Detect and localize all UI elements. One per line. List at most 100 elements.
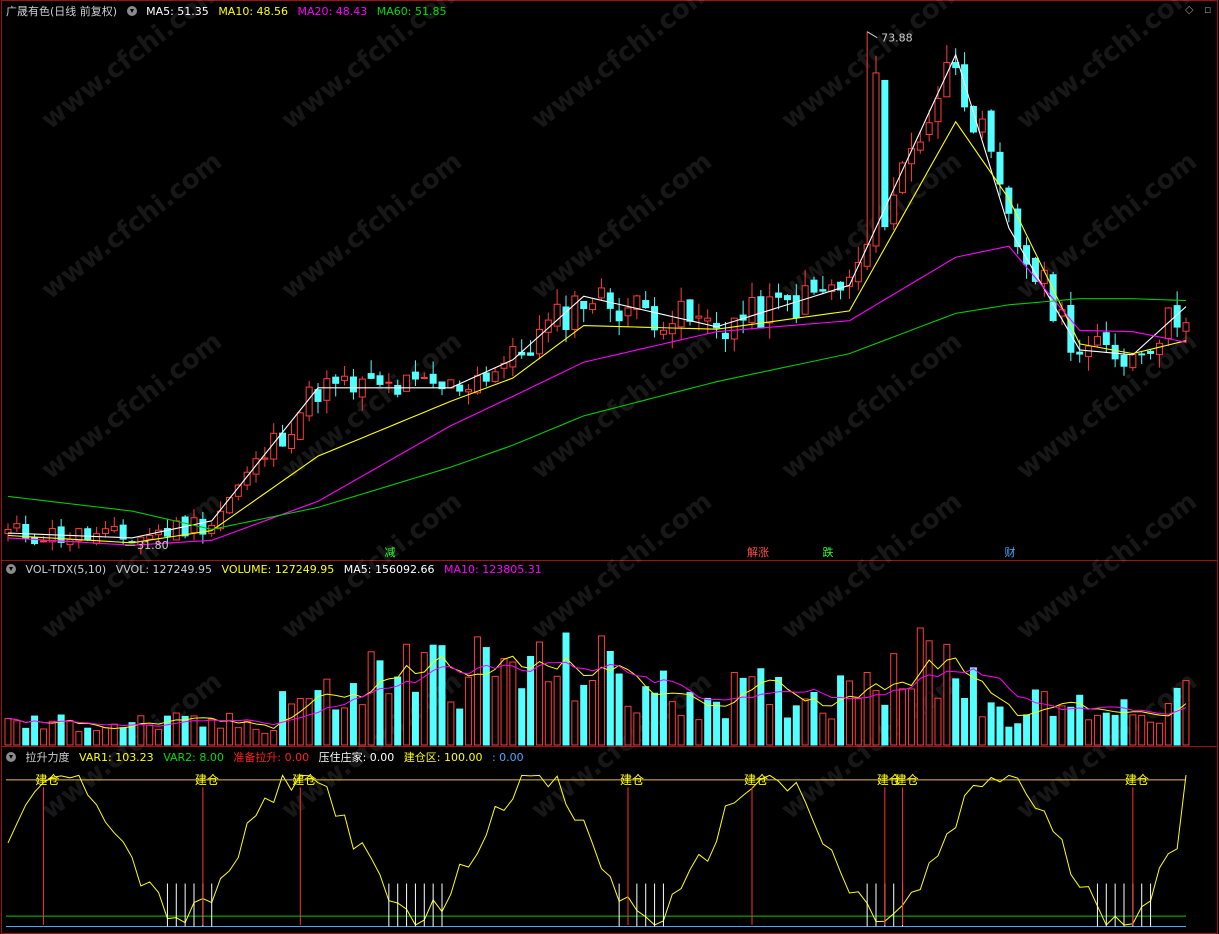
watermark-text: www.cfchi.com bbox=[526, 486, 718, 645]
candle bbox=[899, 162, 907, 193]
volume-bar bbox=[93, 730, 101, 746]
volume-bar bbox=[1182, 680, 1190, 746]
volume-bar bbox=[296, 698, 304, 746]
volume-bar bbox=[482, 647, 490, 746]
volume-bar bbox=[739, 677, 747, 746]
volume-bar bbox=[1031, 689, 1039, 746]
high-label: 73.88 bbox=[881, 32, 913, 45]
volume-bar bbox=[987, 702, 995, 746]
volume-bar bbox=[208, 718, 216, 746]
build-signal-label: 建仓 bbox=[744, 773, 768, 787]
volume-bar bbox=[146, 724, 154, 746]
volume-bar bbox=[57, 714, 65, 746]
volume-bar bbox=[925, 640, 933, 746]
candle bbox=[721, 332, 729, 340]
volume-bar bbox=[659, 670, 667, 746]
volume-bar bbox=[403, 643, 411, 746]
extra-value: : 0.00 bbox=[491, 751, 524, 764]
volume-bar bbox=[199, 726, 207, 746]
ma20-value: MA20: 48.43 bbox=[297, 5, 368, 18]
stock-title[interactable]: 广晟有色(日线 前复权) bbox=[6, 5, 117, 18]
candle bbox=[349, 376, 357, 393]
volume-bar bbox=[748, 676, 756, 746]
volume-bar bbox=[863, 672, 871, 746]
volume-bar bbox=[279, 691, 287, 746]
volume-bar bbox=[845, 680, 853, 746]
volume-bar bbox=[766, 704, 774, 746]
volume-bar bbox=[172, 712, 180, 746]
candle bbox=[535, 328, 543, 355]
stock-chart-window: 广晟有色(日线 前复权) MA5: 51.35 MA10: 48.56 MA20… bbox=[0, 0, 1219, 934]
candle bbox=[341, 375, 349, 381]
candle bbox=[1129, 353, 1137, 369]
candle bbox=[403, 374, 411, 392]
indicator-dropdown-icon[interactable] bbox=[6, 752, 16, 762]
volume-header: VOL-TDX(5,10) VVOL: 127249.95 VOLUME: 12… bbox=[6, 563, 548, 576]
volume-bar bbox=[1049, 715, 1057, 746]
volume-bar bbox=[518, 688, 526, 746]
candle bbox=[1049, 274, 1057, 322]
volume-bar bbox=[642, 686, 650, 746]
volume-bar bbox=[571, 700, 579, 746]
vol-title[interactable]: VOL-TDX(5,10) bbox=[26, 563, 107, 576]
volume-bar bbox=[270, 730, 278, 746]
volume-bar bbox=[544, 681, 552, 746]
ma20-line bbox=[7, 245, 1187, 546]
volume-bar bbox=[217, 727, 225, 746]
volume-bar bbox=[22, 727, 30, 746]
volume-bar bbox=[163, 715, 171, 746]
volume-bar bbox=[234, 727, 242, 746]
volume-bar bbox=[305, 698, 313, 746]
volume-bar bbox=[1111, 714, 1119, 746]
volume-bar bbox=[500, 657, 508, 746]
volume-bar bbox=[509, 661, 517, 746]
volume-bar bbox=[1085, 719, 1093, 746]
volume-bar bbox=[801, 698, 809, 746]
ma5-value: MA5: 51.35 bbox=[146, 5, 209, 18]
candle bbox=[704, 317, 712, 322]
dropdown-icon[interactable] bbox=[126, 6, 137, 16]
volume-bar bbox=[75, 731, 83, 746]
candle bbox=[287, 434, 295, 449]
indicator-title[interactable]: 拉升力度 bbox=[26, 751, 70, 764]
candle bbox=[890, 194, 898, 225]
volume-bar bbox=[1147, 721, 1155, 746]
volume-bar bbox=[633, 712, 641, 746]
volume-bar bbox=[119, 727, 127, 746]
volume-bar bbox=[137, 715, 145, 746]
volume-bar bbox=[952, 678, 960, 746]
volume-bar bbox=[978, 716, 986, 746]
volume-bar bbox=[1129, 714, 1137, 746]
candle bbox=[916, 141, 924, 151]
vol-ma10-value: MA10: 123805.31 bbox=[443, 563, 542, 576]
watermark-text: www.cfchi.com bbox=[1011, 486, 1203, 645]
ma5-line bbox=[7, 53, 1187, 539]
volume-bar bbox=[287, 703, 295, 746]
build-signal-label: 建仓 bbox=[1125, 773, 1149, 787]
volume-bar bbox=[456, 708, 464, 746]
volume-bar bbox=[580, 684, 588, 746]
volume-bar bbox=[66, 719, 74, 746]
candle bbox=[589, 303, 597, 311]
ready-value: 准备拉升: 0.00 bbox=[233, 751, 310, 764]
volume-bar bbox=[1138, 714, 1146, 746]
volume-bar bbox=[615, 673, 623, 746]
volume-bar bbox=[367, 651, 375, 746]
volume-dropdown-icon[interactable] bbox=[6, 564, 16, 574]
var1-value: VAR1: 103.23 bbox=[79, 751, 154, 764]
volume-bar bbox=[252, 728, 260, 746]
candle bbox=[385, 381, 393, 384]
candle bbox=[110, 525, 118, 532]
volume-bar bbox=[916, 627, 924, 746]
volume-bar bbox=[1102, 712, 1110, 746]
candle bbox=[394, 384, 402, 395]
candle bbox=[624, 307, 632, 317]
candle bbox=[978, 118, 986, 133]
volume-bar bbox=[48, 720, 56, 746]
volume-bar bbox=[155, 728, 163, 746]
volume-bar bbox=[1093, 714, 1101, 746]
watermark-text: www.cfchi.com bbox=[776, 666, 968, 825]
candle bbox=[1147, 350, 1155, 354]
candle bbox=[1138, 353, 1146, 356]
candle bbox=[597, 287, 605, 299]
